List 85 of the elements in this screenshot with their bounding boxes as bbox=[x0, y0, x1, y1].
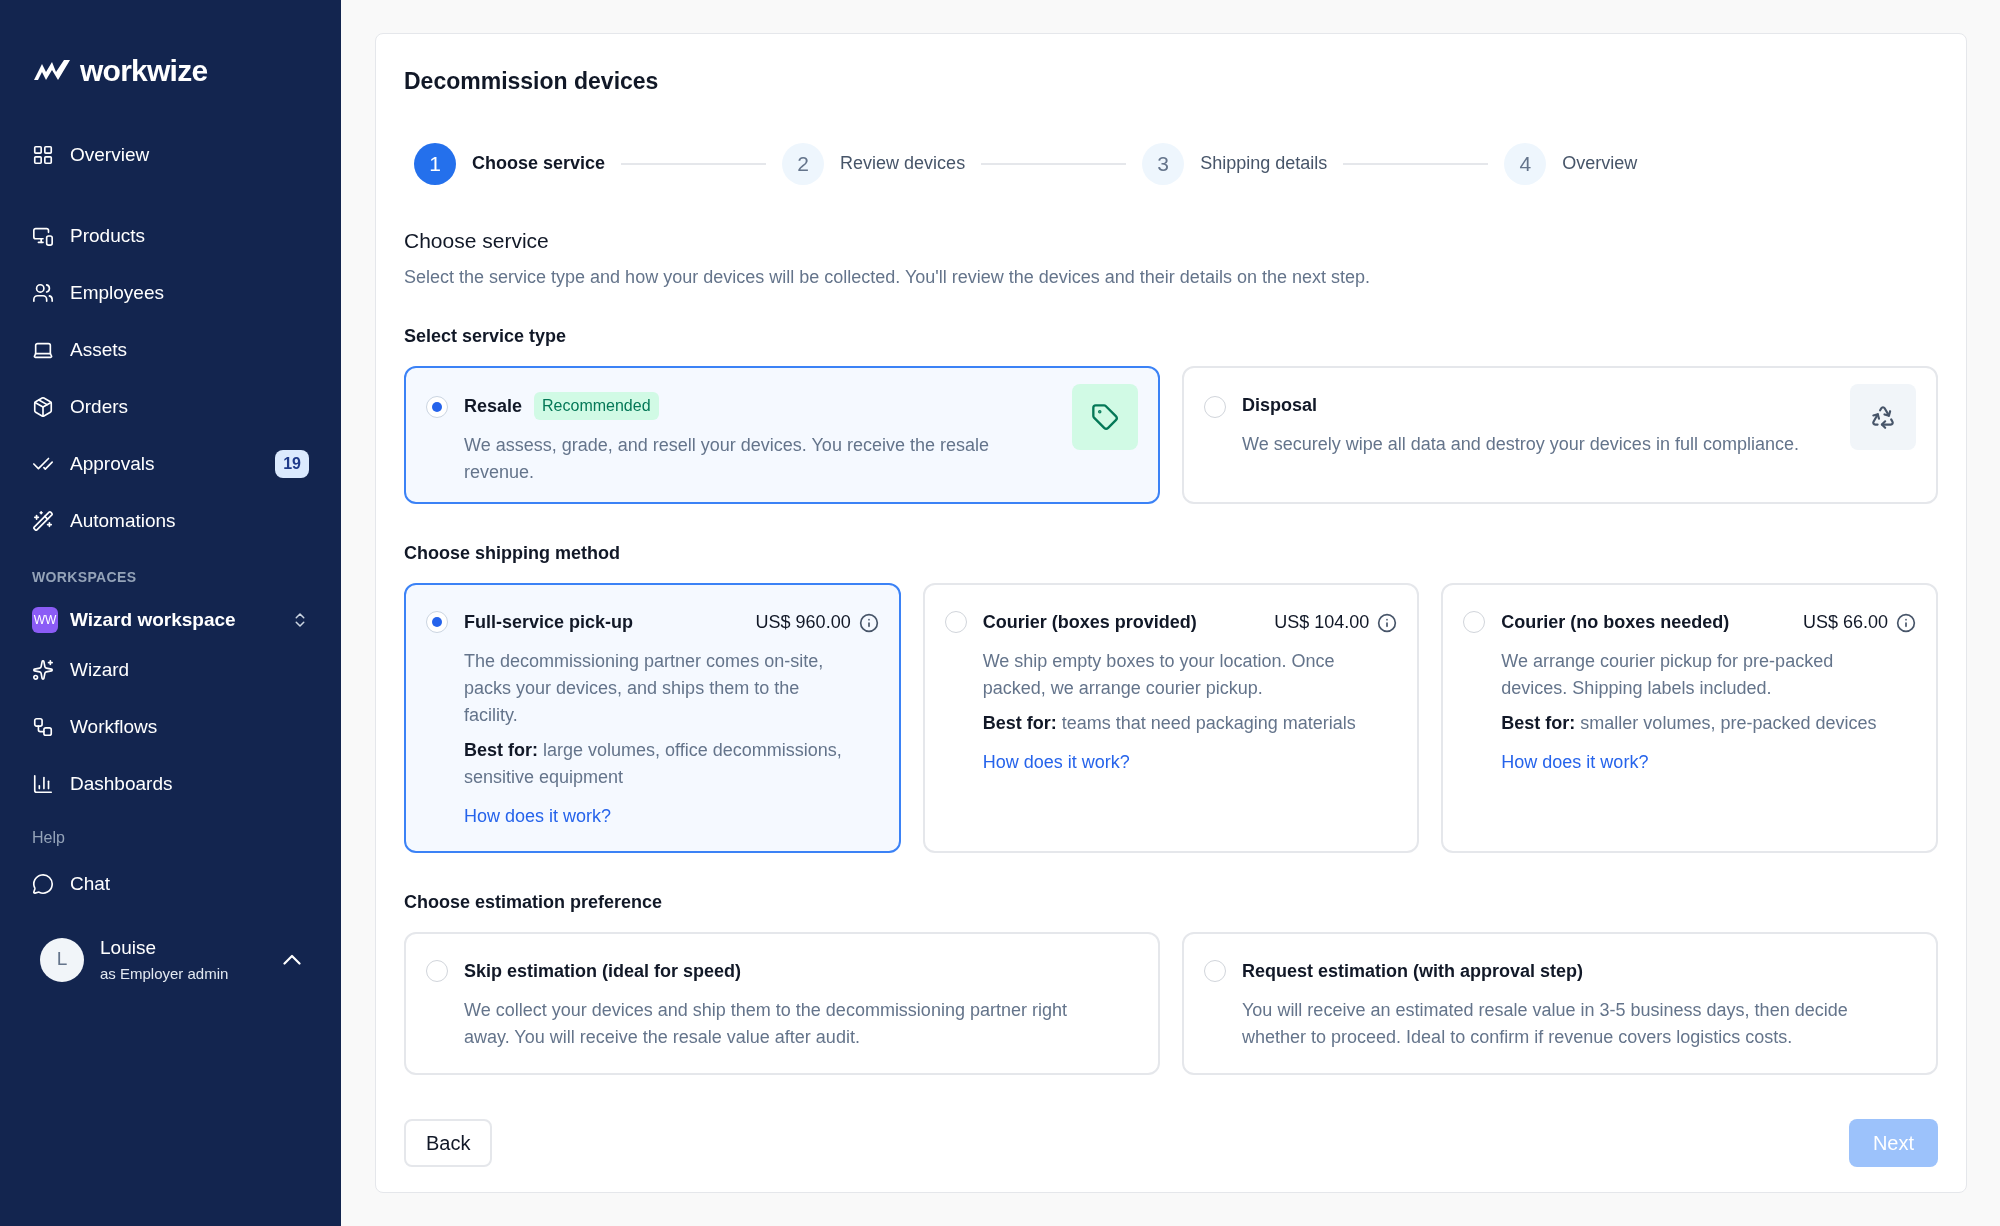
option-description: We assess, grade, and resell your devices. You receive the resale revenue. bbox=[464, 434, 990, 484]
radio-button[interactable] bbox=[1463, 611, 1486, 633]
group-heading: Choose shipping method bbox=[404, 542, 621, 565]
radio-button[interactable] bbox=[426, 611, 448, 633]
shipping-card[interactable] bbox=[404, 583, 901, 853]
option-title: Courier (no boxes needed) bbox=[1501, 611, 1731, 634]
service-card[interactable]: Resale Recommended We assess, grade, and resell your devices. You receive the resale revenue. bbox=[404, 366, 1160, 504]
back-button[interactable]: Back bbox=[404, 1119, 493, 1167]
count-badge: 19 bbox=[275, 450, 309, 478]
estimation-card[interactable]: Request estimation (with approval step) You will receive an estimated resale value in 3-5 business days, then decide whether to proceed. Ideal to confirm if revenue covers logistics costs. bbox=[1182, 932, 1938, 1075]
workspace-avatar: WW bbox=[32, 607, 58, 633]
option-title: Courier (boxes provided) bbox=[982, 611, 1198, 634]
section-title: Choose service bbox=[404, 227, 550, 254]
option-description: We ship empty boxes to your location. Once packed, we arrange courier pickup. bbox=[982, 650, 1336, 700]
nav-item[interactable]: Overview bbox=[24, 133, 317, 177]
shipping-card[interactable]: Courier (boxes provided) US$ 104.00 We ship empty boxes to your location. Once packed, we arrange courier pickup. Best for: teams that need packaging materials How does it work? bbox=[922, 583, 1420, 853]
page-title: Decommission devices bbox=[404, 67, 660, 96]
nav-item[interactable]: Employees bbox=[24, 271, 317, 315]
grid-icon bbox=[32, 144, 54, 166]
logo-text: workwize bbox=[80, 53, 208, 89]
nav-item[interactable]: Workflows bbox=[24, 705, 317, 749]
nav-item[interactable]: Automations bbox=[24, 499, 317, 543]
how-it-works-link[interactable]: How does it work? bbox=[464, 803, 612, 830]
best-for-text: Best for: teams that need packaging materials bbox=[982, 712, 1357, 735]
step-item[interactable]: 1 Choose service bbox=[414, 142, 606, 185]
how-it-works-link[interactable]: How does it work? bbox=[1501, 749, 1649, 776]
option-title: Disposal bbox=[1242, 394, 1318, 417]
option-description: We securely wipe all data and destroy your devices in full compliance. bbox=[1242, 433, 1800, 456]
option-description: The decommissioning partner comes on-site, packs your devices, and ships them to the facility. bbox=[464, 650, 825, 727]
step-item[interactable]: 2 Review devices bbox=[782, 142, 966, 185]
nav-item[interactable]: Dashboards bbox=[24, 762, 317, 806]
recycle-icon bbox=[1870, 404, 1896, 430]
best-for-text: Best for: large volumes, office decommissions, sensitive equipment bbox=[464, 739, 843, 789]
chevron-up-icon bbox=[283, 954, 301, 965]
price: US$ 66.00 bbox=[1802, 611, 1888, 634]
radio-button[interactable] bbox=[1204, 960, 1226, 982]
wand-icon bbox=[32, 510, 54, 532]
section-heading: WORKSPACES bbox=[31, 568, 138, 587]
step-item[interactable]: 3 Shipping details bbox=[1142, 142, 1328, 185]
service-card[interactable]: Disposal We securely wipe all data and destroy your devices in full compliance. bbox=[1182, 366, 1938, 504]
best-for-text: Best for: smaller volumes, pre-packed devices bbox=[1501, 712, 1878, 735]
option-description: We arrange courier pickup for pre-packed devices. Shipping labels included. bbox=[1501, 650, 1835, 700]
nav-item[interactable]: Wizard bbox=[24, 648, 317, 692]
bar-chart-icon bbox=[32, 773, 54, 795]
option-description: You will receive an estimated resale value in 3-5 business days, then decide whether to proceed. Ideal to confirm if revenue covers logistics costs. bbox=[1242, 999, 1849, 1049]
user-name: Louise bbox=[100, 936, 157, 960]
nav-item[interactable]: Chat bbox=[24, 862, 317, 906]
info-icon[interactable] bbox=[858, 612, 879, 633]
user-menu[interactable]: L Louise as Employer admin bbox=[24, 922, 317, 997]
shipping-card[interactable]: Courier (no boxes needed) US$ 66.00 We arrange courier pickup for pre-packed devices. Shipping labels included. Best for: smaller volumes, pre-packed devices How does it work? bbox=[1441, 583, 1938, 853]
box-icon bbox=[32, 396, 54, 418]
workspace-switcher[interactable]: WW Wizard workspace bbox=[24, 600, 317, 640]
option-title: Resale bbox=[464, 394, 523, 418]
devices-icon bbox=[32, 225, 54, 247]
how-it-works-link[interactable]: How does it work? bbox=[982, 749, 1130, 776]
radio-button[interactable] bbox=[944, 611, 967, 633]
option-title: Full-service pick-up bbox=[464, 611, 635, 634]
group-heading: Select service type bbox=[404, 325, 568, 348]
nav-item[interactable]: Products bbox=[24, 214, 317, 258]
radio-button[interactable] bbox=[426, 960, 448, 982]
option-title: Request estimation (with approval step) bbox=[1242, 961, 1584, 981]
user-role: as Employer admin bbox=[100, 963, 230, 984]
section-description: Select the service type and how your devices will be collected. You'll review the devices and their details on the next step. bbox=[404, 266, 1371, 289]
nav-item[interactable]: Approvals 19 bbox=[24, 442, 317, 486]
radio-button[interactable] bbox=[1204, 396, 1226, 418]
price: US$ 960.00 bbox=[755, 611, 851, 634]
option-title: Skip estimation (ideal for speed) bbox=[464, 961, 742, 981]
nav-item[interactable]: Assets bbox=[24, 328, 317, 372]
workflow-icon bbox=[32, 716, 54, 738]
tag-icon bbox=[1091, 403, 1119, 431]
users-icon bbox=[32, 282, 54, 304]
group-heading: Choose estimation preference bbox=[404, 891, 664, 914]
section-heading: Help bbox=[31, 828, 66, 848]
estimation-card[interactable]: Skip estimation (ideal for speed) We collect your devices and ship them to the decommissioning partner right away. You will receive the resale value after audit. bbox=[404, 932, 1160, 1075]
radio-button[interactable] bbox=[426, 396, 448, 418]
nav-item[interactable]: Orders bbox=[24, 385, 317, 429]
chat-icon bbox=[32, 873, 54, 895]
recommended-badge: Recommended bbox=[534, 392, 659, 420]
user-avatar: L bbox=[40, 937, 84, 982]
option-description: We collect your devices and ship them to the decommissioning partner right away. You will receive the resale value after audit. bbox=[464, 999, 1068, 1049]
sparkles-icon bbox=[32, 659, 54, 681]
price: US$ 104.00 bbox=[1274, 611, 1370, 634]
step-item[interactable]: 4 Overview bbox=[1504, 142, 1638, 185]
info-icon[interactable] bbox=[1896, 612, 1916, 633]
info-icon[interactable] bbox=[1377, 612, 1398, 633]
